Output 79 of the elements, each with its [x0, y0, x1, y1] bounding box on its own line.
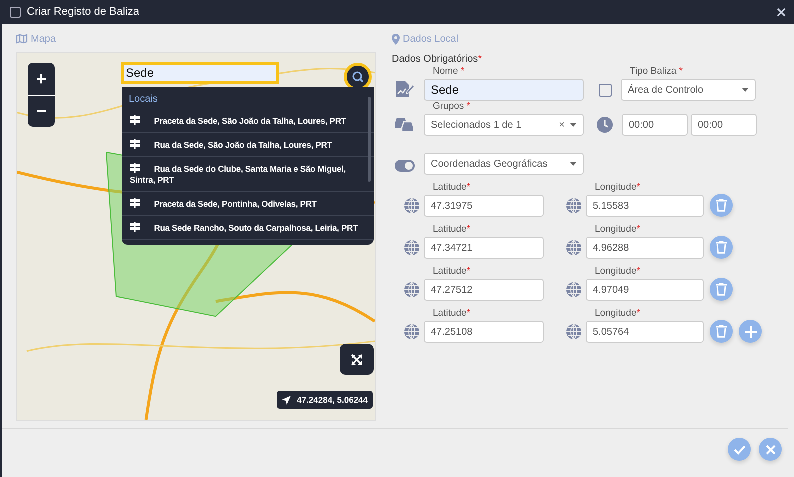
cancel-button[interactable]	[759, 438, 782, 461]
field-label: Latitude*	[432, 182, 472, 194]
section-title: Dados Obrigatórios*	[392, 54, 484, 65]
field-label: Longitude*	[594, 224, 642, 236]
coordinate-mode-select[interactable]: Coordenadas Geográficas	[424, 153, 584, 175]
clock-icon	[597, 117, 613, 133]
field-label: Nome *	[432, 66, 466, 78]
search-icon	[352, 71, 364, 83]
field-label: Tipo Baliza *	[629, 66, 684, 78]
globe-icon	[404, 324, 420, 340]
latitude-field[interactable]: 47.31975	[424, 195, 544, 217]
close-icon[interactable]	[777, 8, 786, 16]
caret-icon	[570, 123, 577, 127]
navigation-arrow-icon	[282, 396, 292, 404]
longitude-field[interactable]: 4.97049	[586, 279, 704, 301]
caret-icon	[570, 162, 577, 166]
field-label: Latitude*	[432, 308, 472, 320]
end-time-field[interactable]: 00:00	[691, 114, 757, 136]
coordinates-text: 47.24284, 5.06244	[297, 395, 368, 405]
edit-document-icon	[394, 80, 416, 98]
expand-icon	[351, 354, 363, 366]
longitude-field[interactable]: 4.96288	[586, 237, 704, 259]
toggle-icon	[394, 160, 416, 172]
trash-icon	[716, 325, 727, 338]
globe-icon	[404, 198, 420, 214]
field-label: Latitude*	[432, 224, 472, 236]
signpost-icon	[130, 115, 140, 125]
trash-icon	[716, 283, 727, 296]
globe-icon	[566, 324, 582, 340]
checkbox[interactable]	[10, 6, 21, 18]
delete-button[interactable]	[710, 194, 733, 217]
zoom-in-button[interactable]: +	[28, 63, 55, 95]
longitude-field[interactable]: 5.05764	[586, 321, 704, 343]
confirm-button[interactable]	[728, 438, 751, 461]
longitude-field[interactable]: 5.15583	[586, 195, 704, 217]
field-label: Longitude*	[594, 308, 642, 320]
search-field[interactable]: Sede	[121, 62, 279, 84]
section-heading: Mapa	[31, 34, 56, 44]
add-button[interactable]	[739, 320, 762, 343]
field-label: Longitude*	[594, 266, 642, 278]
signpost-icon	[130, 198, 140, 208]
latitude-field[interactable]: 47.34721	[424, 237, 544, 259]
signpost-icon	[130, 139, 140, 149]
signpost-icon	[130, 163, 140, 173]
location-pin-icon	[392, 34, 400, 44]
fullscreen-button[interactable]	[340, 344, 374, 375]
trash-icon	[716, 199, 727, 212]
type-select[interactable]: Área de Controlo	[621, 79, 756, 101]
plus-icon	[744, 326, 756, 338]
globe-icon	[566, 198, 582, 214]
field-label: Longitude*	[594, 182, 642, 194]
field-label: Grupos *	[432, 101, 472, 113]
groups-select[interactable]: Selecionados 1 de 1 ×	[424, 114, 584, 136]
map-icon	[16, 34, 28, 44]
trash-icon	[716, 241, 727, 254]
checkbox[interactable]	[599, 84, 612, 97]
zoom-out-button[interactable]: −	[28, 95, 55, 127]
caret-icon	[742, 88, 749, 92]
result-item[interactable]: Praceta da Sede, Pontinha, Odivelas, PRT	[122, 192, 374, 216]
section-heading: Dados Local	[403, 34, 459, 44]
globe-icon	[566, 282, 582, 298]
globe-icon	[404, 282, 420, 298]
delete-button[interactable]	[710, 320, 733, 343]
globe-icon	[404, 240, 420, 256]
result-item[interactable]: Rua Sede Rancho, Souto da Carpalhosa, Leiria, PRT	[122, 216, 374, 240]
start-time-field[interactable]: 00:00	[622, 114, 688, 136]
latitude-field[interactable]: 47.25108	[424, 321, 544, 343]
latitude-field[interactable]: 47.27512	[424, 279, 544, 301]
field-label: Latitude*	[432, 266, 472, 278]
globe-icon	[566, 240, 582, 256]
checkmark-icon	[734, 444, 746, 454]
clear-icon[interactable]: ×	[559, 120, 565, 130]
results-heading: Locais	[128, 93, 159, 107]
delete-button[interactable]	[710, 278, 733, 301]
delete-button[interactable]	[710, 236, 733, 259]
window-title: Criar Registo de Baliza	[27, 6, 140, 18]
name-field[interactable]: Sede	[424, 79, 584, 101]
close-icon	[766, 444, 776, 454]
signpost-icon	[130, 222, 140, 232]
